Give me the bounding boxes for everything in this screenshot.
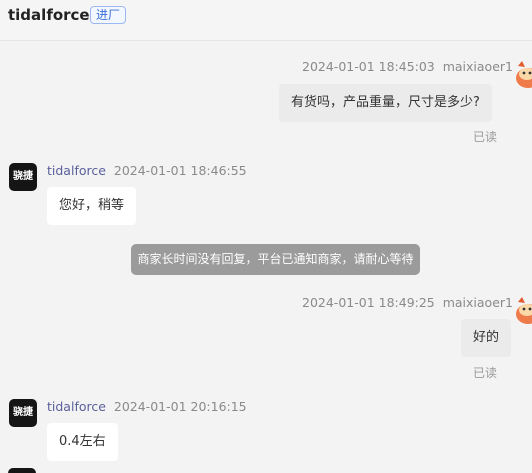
user-avatar-icon[interactable] xyxy=(514,294,532,326)
shop-avatar-icon xyxy=(8,468,36,473)
message-meta: 2024-01-01 18:45:03 maixiaoer112 xyxy=(302,59,529,74)
message-time: 2024-01-01 18:46:55 xyxy=(113,163,247,178)
message-meta: tidalforce 2024-01-01 18:46:55 xyxy=(47,163,247,178)
user-avatar-icon[interactable] xyxy=(514,58,532,90)
message-bubble[interactable]: 0.4左右 xyxy=(47,423,118,461)
read-status: 已读 xyxy=(473,130,498,144)
message-time: 2024-01-01 18:45:03 xyxy=(302,59,435,74)
system-notice: 商家长时间没有回复，平台已通知商家，请耐心等待 xyxy=(131,244,420,275)
message-bubble[interactable]: 有货吗，产品重量，尺寸是多少? xyxy=(279,84,492,122)
shop-badge[interactable]: 进厂 xyxy=(90,6,127,24)
message-bubble[interactable]: 您好，稍等 xyxy=(47,187,137,225)
read-status: 已读 xyxy=(473,366,498,380)
message-sender: tidalforce xyxy=(47,399,106,414)
message-meta: tidalforce 2024-01-01 20:16:15 xyxy=(47,399,247,414)
message-sender: tidalforce xyxy=(47,163,106,178)
chat-title: tidalforce xyxy=(8,6,90,24)
shop-avatar-icon[interactable]: 骁捷 xyxy=(9,399,37,427)
chat-header: tidalforce 进厂 xyxy=(0,0,532,41)
shop-avatar-icon[interactable]: 骁捷 xyxy=(9,163,37,191)
message-time: 2024-01-01 18:49:25 xyxy=(302,295,435,310)
message-time: 2024-01-01 20:16:15 xyxy=(113,399,247,414)
message-meta: 2024-01-01 18:49:25 maixiaoer112 xyxy=(302,295,529,310)
message-bubble[interactable]: 好的 xyxy=(461,319,512,357)
